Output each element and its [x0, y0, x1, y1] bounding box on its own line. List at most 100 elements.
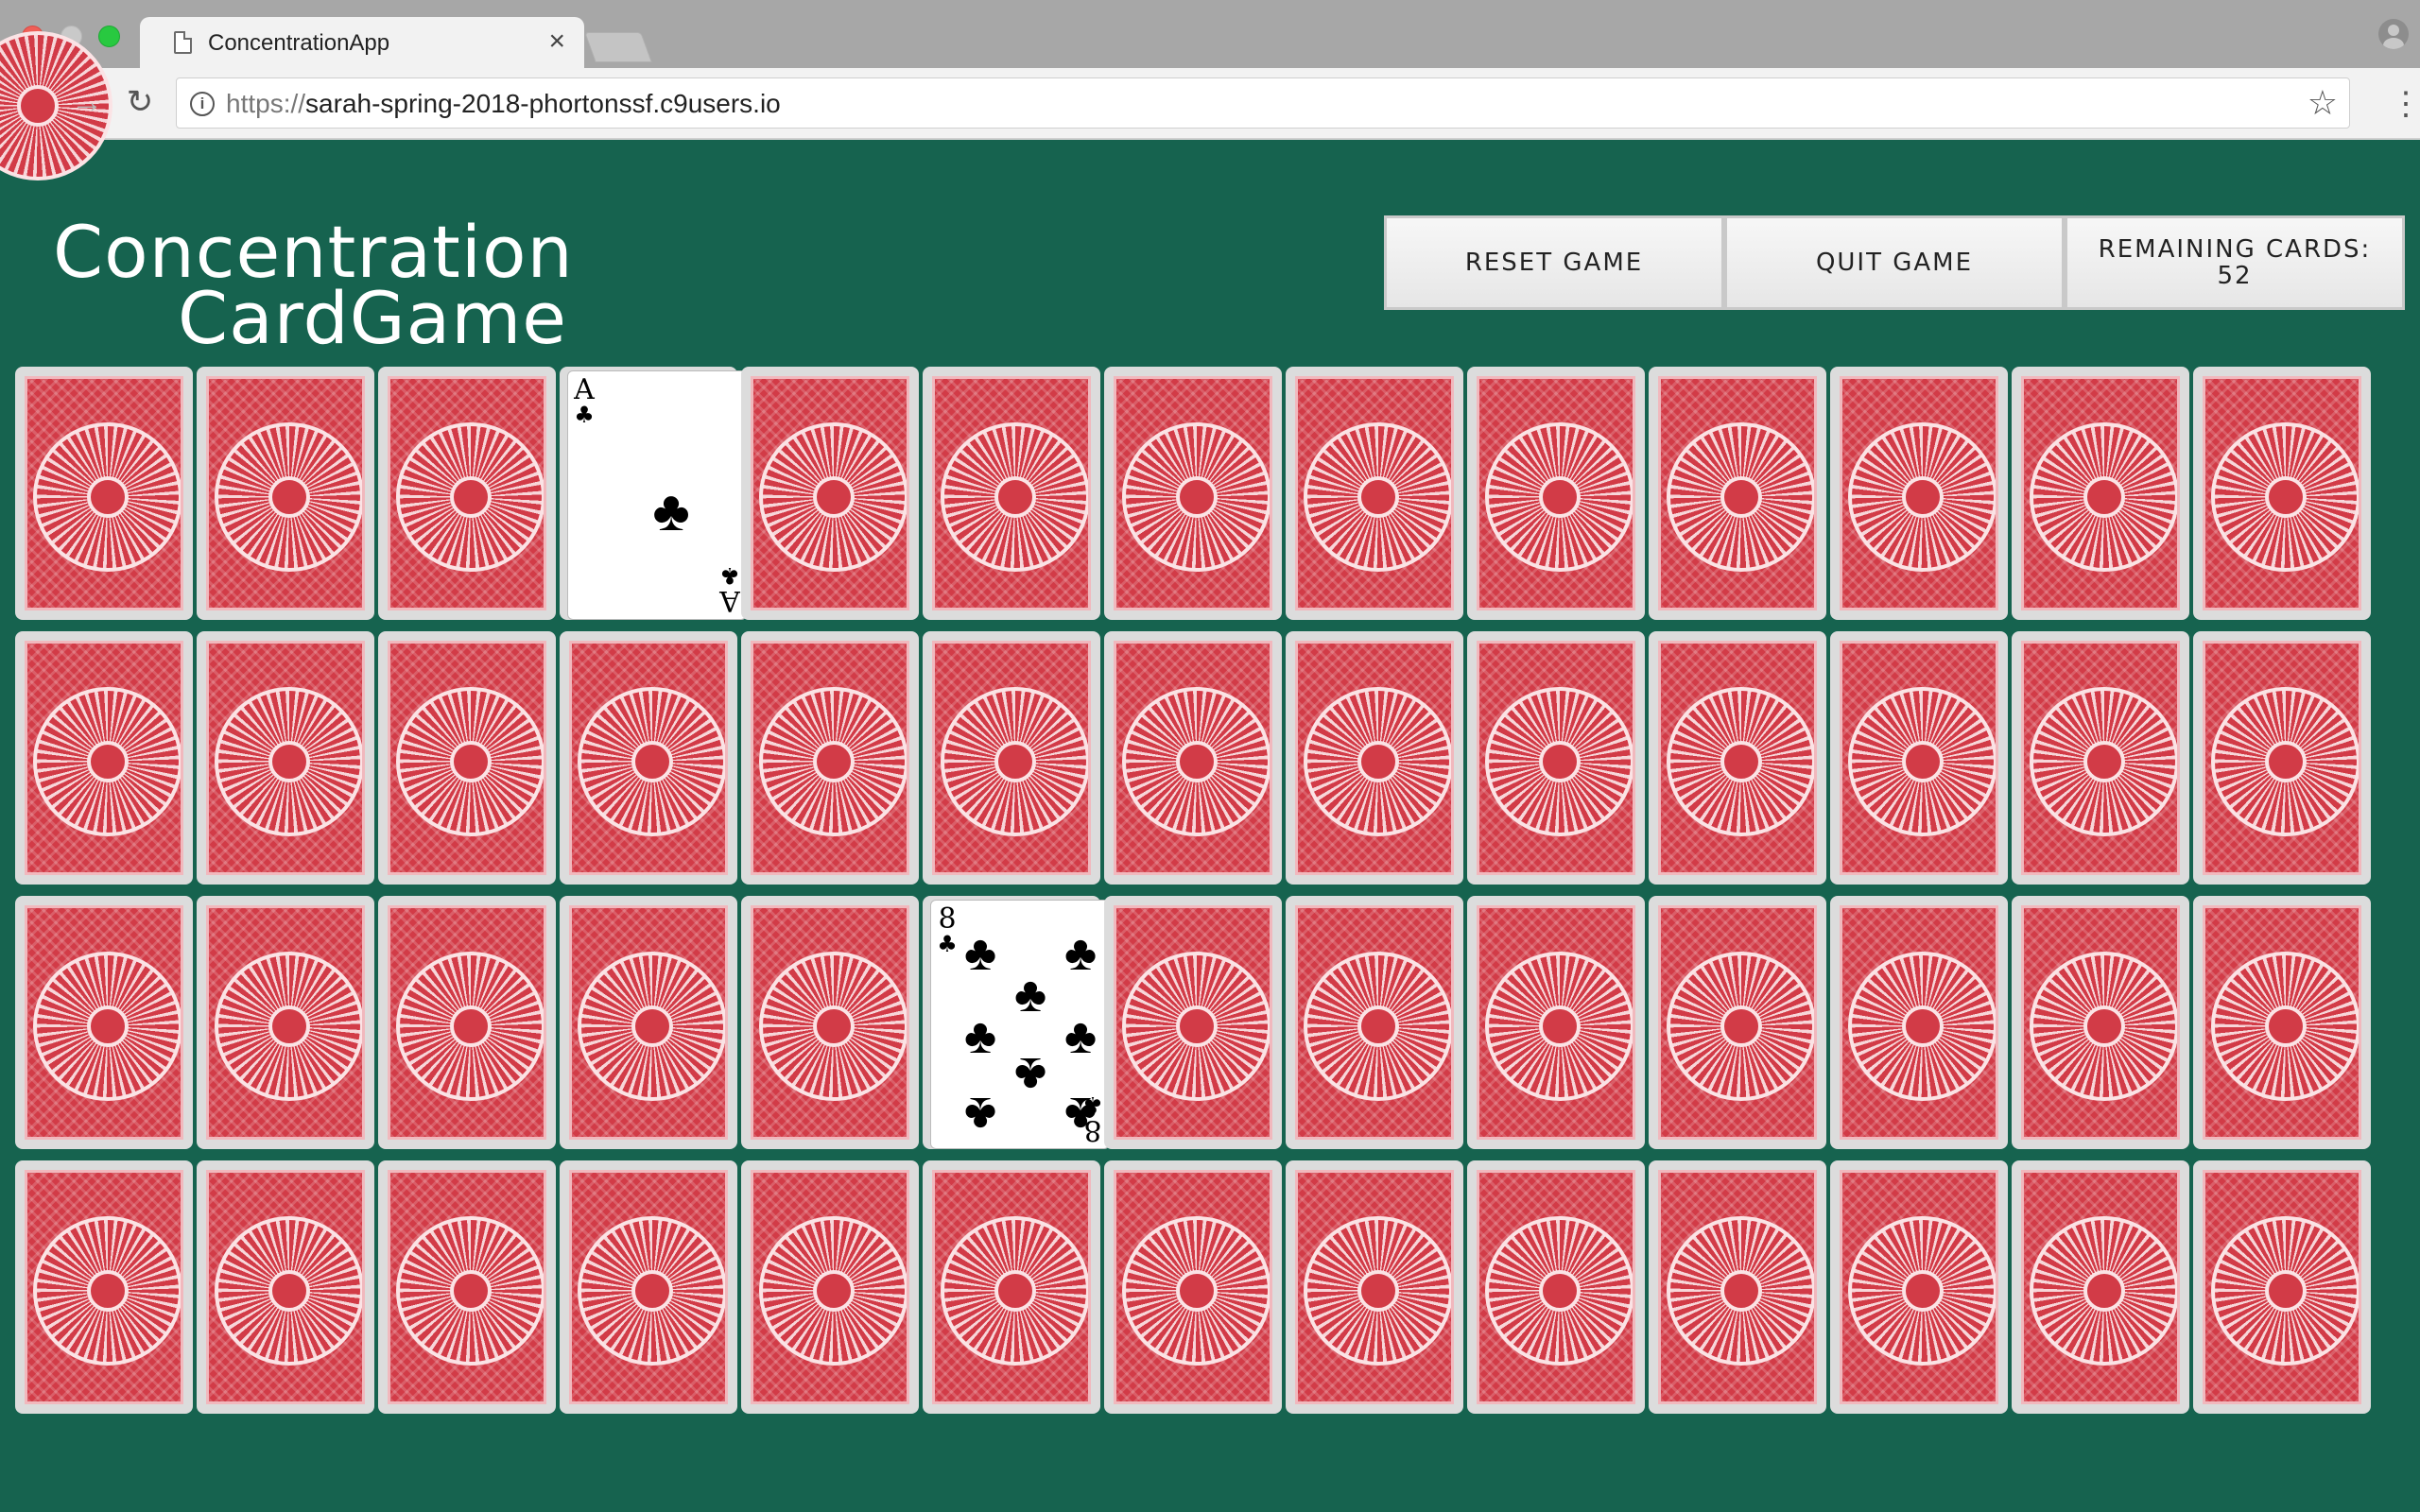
- playing-card[interactable]: [1286, 367, 1463, 620]
- menu-dots-icon[interactable]: ⋮: [2390, 85, 2420, 123]
- card-back: [1477, 905, 1635, 1140]
- playing-card[interactable]: A ♣ A ♣ ♣: [560, 367, 747, 620]
- playing-card[interactable]: [378, 367, 556, 620]
- card-back: [569, 905, 728, 1140]
- playing-card[interactable]: [2012, 367, 2189, 620]
- club-pip-icon: ♣: [1063, 1087, 1098, 1142]
- star-icon[interactable]: ☆: [2308, 84, 2338, 122]
- playing-card[interactable]: [1467, 367, 1645, 620]
- playing-card[interactable]: [197, 1160, 374, 1414]
- new-tab-button[interactable]: [584, 32, 652, 62]
- card-back: [1840, 376, 1998, 610]
- document-icon: [174, 31, 192, 54]
- playing-card[interactable]: [2193, 631, 2371, 885]
- playing-card[interactable]: [923, 631, 1100, 885]
- card-back: [1840, 1170, 1998, 1404]
- card-back: [1114, 376, 1272, 610]
- playing-card[interactable]: [1286, 631, 1463, 885]
- card-rank: A: [574, 373, 595, 406]
- club-pip-icon: ♣: [1013, 968, 1047, 1022]
- playing-card[interactable]: [1286, 896, 1463, 1149]
- playing-card[interactable]: [741, 896, 919, 1149]
- club-pip-icon: ♣: [963, 1009, 997, 1064]
- card-back: [1477, 1170, 1635, 1404]
- browser-tab[interactable]: ConcentrationApp ×: [140, 17, 584, 68]
- reload-icon[interactable]: ↻: [121, 83, 159, 121]
- remaining-cards-display: REMAINING CARDS: 52: [2065, 215, 2405, 310]
- card-back: [1658, 1170, 1817, 1404]
- playing-card[interactable]: [378, 1160, 556, 1414]
- club-pip-icon: ♣: [652, 479, 690, 542]
- playing-card[interactable]: [1104, 1160, 1282, 1414]
- playing-card[interactable]: [2193, 367, 2371, 620]
- card-back: [1295, 641, 1454, 875]
- card-back: [25, 905, 183, 1140]
- playing-card[interactable]: [15, 631, 193, 885]
- card-back: [751, 641, 909, 875]
- playing-card[interactable]: [197, 631, 374, 885]
- card-back: [206, 1170, 365, 1404]
- playing-card[interactable]: [560, 1160, 737, 1414]
- playing-card[interactable]: [1104, 896, 1282, 1149]
- playing-card[interactable]: [1649, 896, 1826, 1149]
- playing-card[interactable]: [197, 896, 374, 1149]
- url-text[interactable]: https://sarah-spring-2018-phortonssf.c9u…: [226, 89, 781, 119]
- playing-card[interactable]: [1830, 367, 2008, 620]
- playing-card[interactable]: [1649, 367, 1826, 620]
- tab-title: ConcentrationApp: [208, 30, 390, 56]
- playing-card[interactable]: [1830, 631, 2008, 885]
- card-back: [2203, 905, 2361, 1140]
- playing-card[interactable]: [560, 896, 737, 1149]
- card-back: [932, 1170, 1091, 1404]
- playing-card[interactable]: [1467, 896, 1645, 1149]
- playing-card[interactable]: [197, 367, 374, 620]
- address-bar[interactable]: i https://sarah-spring-2018-phortonssf.c…: [176, 77, 2350, 129]
- playing-card[interactable]: [741, 631, 919, 885]
- card-back: [1840, 905, 1998, 1140]
- playing-card[interactable]: [741, 1160, 919, 1414]
- card-back: [1477, 376, 1635, 610]
- playing-card[interactable]: [1286, 1160, 1463, 1414]
- club-suit-icon: ♣: [719, 562, 740, 589]
- playing-card[interactable]: [15, 896, 193, 1149]
- playing-card[interactable]: [1649, 631, 1826, 885]
- playing-card[interactable]: [15, 1160, 193, 1414]
- info-icon[interactable]: i: [190, 92, 215, 116]
- playing-card[interactable]: [560, 631, 737, 885]
- tab-close-icon[interactable]: ×: [548, 27, 565, 56]
- playing-card[interactable]: [1830, 896, 2008, 1149]
- playing-card[interactable]: 8 ♣ 8 ♣ ♣ ♣ ♣ ♣ ♣ ♣ ♣ ♣: [923, 896, 1110, 1149]
- remaining-cards-count: 52: [2217, 262, 2253, 290]
- playing-card[interactable]: [1467, 1160, 1645, 1414]
- quit-game-button[interactable]: QUIT GAME: [1724, 215, 2065, 310]
- card-row: [15, 1160, 2378, 1416]
- playing-card[interactable]: [1830, 1160, 2008, 1414]
- card-back: [1295, 1170, 1454, 1404]
- playing-card[interactable]: [1649, 1160, 1826, 1414]
- reset-game-button[interactable]: RESET GAME: [1384, 215, 1724, 310]
- playing-card[interactable]: [15, 367, 193, 620]
- playing-card[interactable]: [2012, 631, 2189, 885]
- playing-card[interactable]: [2193, 896, 2371, 1149]
- playing-card[interactable]: [1467, 631, 1645, 885]
- club-suit-icon: ♣: [574, 402, 595, 428]
- playing-card[interactable]: [378, 896, 556, 1149]
- club-pip-icon: ♣: [1063, 926, 1098, 981]
- playing-card[interactable]: [2012, 1160, 2189, 1414]
- playing-card[interactable]: [2012, 896, 2189, 1149]
- playing-card[interactable]: [1104, 367, 1282, 620]
- playing-card[interactable]: [923, 1160, 1100, 1414]
- card-back: [25, 641, 183, 875]
- card-back: [1658, 376, 1817, 610]
- playing-card[interactable]: [923, 367, 1100, 620]
- playing-card[interactable]: [1104, 631, 1282, 885]
- playing-card[interactable]: [378, 631, 556, 885]
- playing-card[interactable]: [2193, 1160, 2371, 1414]
- back-arrow-icon[interactable]: ←: [15, 81, 53, 123]
- maximize-window-button[interactable]: [98, 26, 120, 47]
- forward-arrow-icon[interactable]: →: [68, 83, 106, 121]
- card-row: 8 ♣ 8 ♣ ♣ ♣ ♣ ♣ ♣ ♣ ♣ ♣: [15, 896, 2378, 1151]
- playing-card[interactable]: [741, 367, 919, 620]
- card-corner-index: A ♣: [716, 562, 744, 617]
- profile-icon[interactable]: [2378, 19, 2409, 49]
